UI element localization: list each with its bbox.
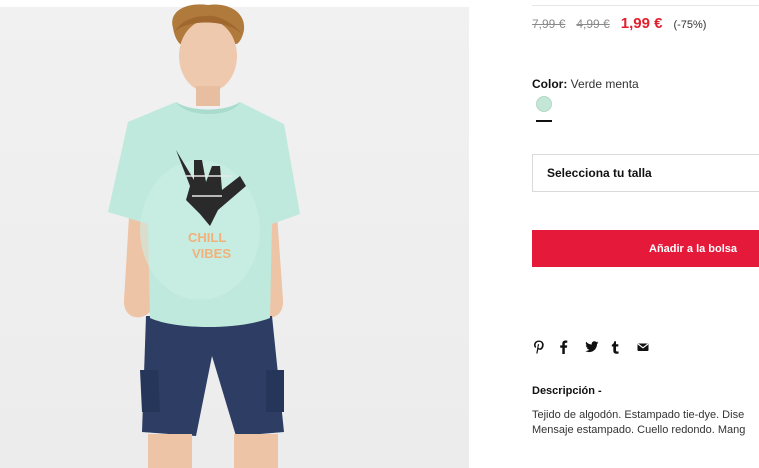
- description-text: Tejido de algodón. Estampado tie-dye. Di…: [532, 408, 759, 438]
- color-swatch-verde-menta[interactable]: [536, 96, 552, 112]
- size-select[interactable]: Selecciona tu talla: [532, 154, 759, 192]
- svg-text:CHILL: CHILL: [188, 230, 226, 245]
- tumblr-icon[interactable]: [611, 339, 637, 355]
- product-image[interactable]: CHILL VIBES: [0, 0, 469, 468]
- color-label-row: Color: Verde menta: [532, 77, 639, 91]
- price-row: 7,99 € 4,99 € 1,99 € (-75%): [532, 15, 706, 32]
- description-line: Mensaje estampado. Cuello redondo. Mang: [532, 424, 746, 436]
- discount-badge: (-75%): [673, 19, 707, 31]
- color-label: Color:: [532, 77, 568, 91]
- product-photo-illustration: CHILL VIBES: [108, 4, 300, 468]
- facebook-icon[interactable]: [559, 339, 585, 355]
- twitter-icon[interactable]: [585, 339, 611, 355]
- email-icon[interactable]: [637, 339, 663, 355]
- description-line: Tejido de algodón. Estampado tie-dye. Di…: [532, 409, 745, 421]
- pinterest-icon[interactable]: [533, 339, 559, 355]
- add-to-bag-button[interactable]: Añadir a la bolsa: [532, 230, 759, 267]
- current-price: 1,99 €: [620, 15, 663, 32]
- add-to-bag-label: Añadir a la bolsa: [649, 242, 738, 255]
- previous-price: 4,99 €: [576, 17, 610, 31]
- selected-swatch-indicator: [536, 120, 552, 122]
- original-price: 7,99 €: [532, 17, 566, 31]
- size-select-placeholder: Selecciona tu talla: [547, 166, 652, 180]
- svg-text:VIBES: VIBES: [192, 246, 231, 261]
- description-title: Descripción -: [532, 385, 602, 397]
- share-icons: [533, 339, 663, 355]
- color-value: Verde menta: [570, 77, 639, 91]
- divider: [532, 5, 759, 6]
